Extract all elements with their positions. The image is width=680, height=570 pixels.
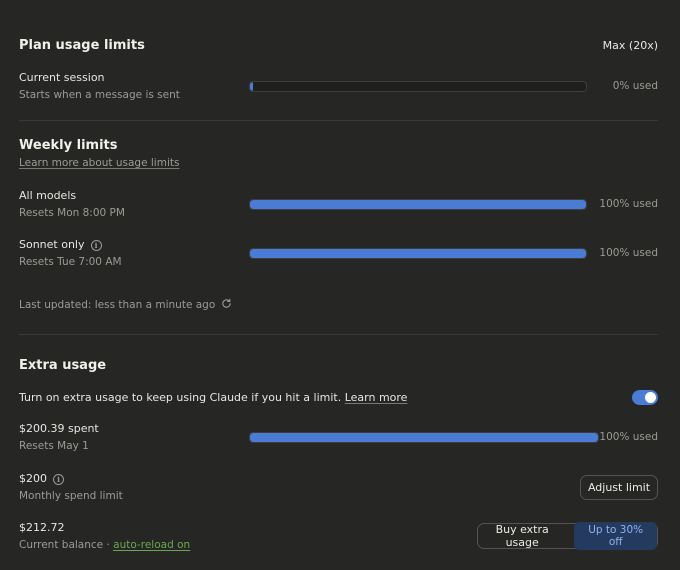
plan-tier: Max (20x) xyxy=(602,39,658,52)
sonnet-only-label: Sonnet only xyxy=(19,238,85,251)
extra-usage-learn-more-link[interactable]: Learn more xyxy=(345,391,408,404)
spend-limit-label: $200 xyxy=(19,472,47,485)
sonnet-only-sub: Resets Tue 7:00 AM xyxy=(19,256,122,268)
balance-sub-row: Current balance · auto-reload on xyxy=(19,539,190,551)
last-updated-text: Last updated: less than a minute ago xyxy=(19,299,216,311)
current-session-sub: Starts when a message is sent xyxy=(19,89,180,101)
divider xyxy=(19,334,658,335)
extra-spent-progress-fill xyxy=(250,433,598,442)
spent-sub: Resets May 1 xyxy=(19,440,89,452)
weekly-limits-title: Weekly limits xyxy=(19,138,118,153)
buy-extra-usage-button[interactable]: Buy extra usage Up to 30% off xyxy=(477,522,658,550)
all-models-progress-fill xyxy=(250,200,586,209)
sonnet-only-progress xyxy=(249,248,587,259)
spend-limit-sub: Monthly spend limit xyxy=(19,490,123,502)
balance-label: $212.72 xyxy=(19,521,65,534)
all-models-used: 100% used xyxy=(599,198,658,210)
sonnet-only-row: Sonnet only i xyxy=(19,238,102,251)
all-models-sub: Resets Mon 8:00 PM xyxy=(19,207,125,219)
refresh-icon[interactable] xyxy=(221,298,232,309)
current-session-progress xyxy=(249,81,587,92)
auto-reload-link[interactable]: auto-reload on xyxy=(113,539,190,551)
spend-limit-row: $200 i xyxy=(19,472,64,485)
discount-badge: Up to 30% off xyxy=(574,522,657,550)
toggle-knob xyxy=(645,392,656,403)
all-models-progress xyxy=(249,199,587,210)
current-session-used: 0% used xyxy=(612,80,658,92)
extra-spent-progress xyxy=(249,432,599,443)
last-updated-row: Last updated: less than a minute ago xyxy=(19,298,232,311)
current-session-progress-fill xyxy=(250,82,254,91)
spent-label: $200.39 spent xyxy=(19,422,99,435)
current-session-label: Current session xyxy=(19,71,105,84)
divider xyxy=(19,120,658,121)
adjust-limit-button[interactable]: Adjust limit xyxy=(580,475,658,500)
sonnet-only-used: 100% used xyxy=(599,247,658,259)
all-models-label: All models xyxy=(19,189,77,202)
extra-spent-used: 100% used xyxy=(599,431,658,443)
plan-usage-title: Plan usage limits xyxy=(19,38,145,53)
info-icon[interactable]: i xyxy=(53,474,64,485)
sonnet-only-progress-fill xyxy=(250,249,586,258)
extra-usage-description-row: Turn on extra usage to keep using Claude… xyxy=(19,391,407,404)
extra-usage-toggle[interactable] xyxy=(632,390,658,405)
learn-more-usage-link[interactable]: Learn more about usage limits xyxy=(19,157,179,169)
info-icon[interactable]: i xyxy=(90,240,102,251)
buy-extra-usage-label: Buy extra usage xyxy=(495,523,549,549)
balance-sub: Current balance · xyxy=(19,539,110,551)
extra-usage-title: Extra usage xyxy=(19,358,107,373)
extra-usage-description: Turn on extra usage to keep using Claude… xyxy=(19,391,342,404)
